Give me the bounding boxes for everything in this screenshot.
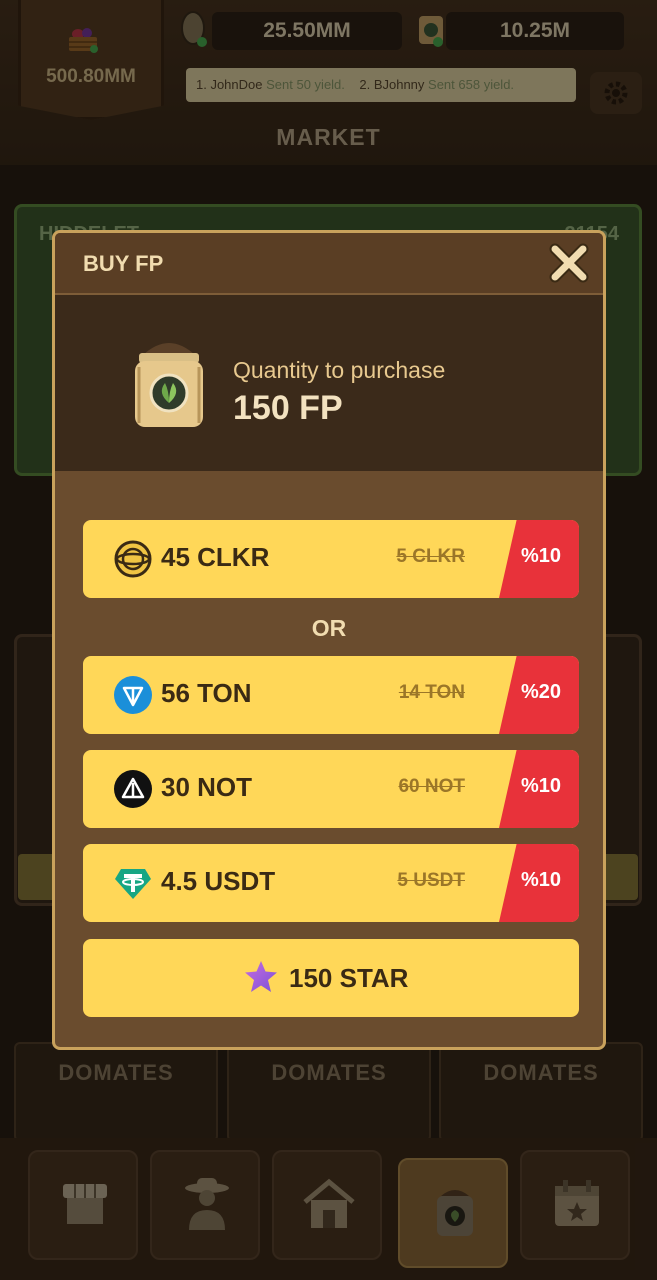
discount-label: %10 — [521, 775, 562, 797]
star-price: 150 STAR — [289, 963, 409, 993]
close-button[interactable] — [547, 241, 591, 285]
clkr-coin-icon — [114, 540, 152, 578]
star-icon — [245, 961, 277, 992]
discount-badge: %10 — [499, 750, 579, 828]
pay-clkr-button[interactable]: 45 CLKR 5 CLKR %10 — [83, 520, 579, 598]
clkr-old-price: 5 CLKR — [396, 546, 465, 567]
modal-header: BUY FP — [55, 233, 603, 295]
close-icon — [549, 243, 589, 283]
modal-title: BUY FP — [83, 251, 164, 276]
usdt-old-price: 5 USDT — [397, 870, 465, 891]
not-old-price: 60 NOT — [398, 776, 465, 797]
discount-label: %10 — [521, 869, 562, 891]
quantity-label: Quantity to purchase — [233, 357, 446, 383]
pay-star-button[interactable]: 150 STAR — [83, 939, 579, 1017]
not-coin-icon — [114, 770, 152, 808]
clkr-price: 45 CLKR — [161, 542, 270, 572]
usdt-coin-icon — [115, 869, 151, 899]
or-divider: OR — [311, 615, 347, 641]
not-price: 30 NOT — [161, 772, 253, 802]
ton-price: 56 TON — [161, 678, 252, 708]
buy-fp-modal: BUY FP Quantity to purchase 150 FP 45 CL… — [52, 230, 606, 1050]
quantity-panel: Quantity to purchase 150 FP — [55, 295, 603, 471]
discount-badge: %20 — [499, 656, 579, 734]
discount-label: %20 — [521, 681, 562, 703]
discount-label: %10 — [521, 545, 562, 567]
quantity-value: 150 FP — [233, 389, 343, 427]
usdt-price: 4.5 USDT — [161, 866, 276, 896]
pay-usdt-button[interactable]: 4.5 USDT 5 USDT %10 — [83, 844, 579, 922]
pay-ton-button[interactable]: 56 TON 14 TON %20 — [83, 656, 579, 734]
fp-sack-icon — [135, 343, 203, 427]
pay-not-button[interactable]: 30 NOT 60 NOT %10 — [83, 750, 579, 828]
ton-old-price: 14 TON — [398, 682, 465, 703]
discount-badge: %10 — [499, 520, 579, 598]
ton-coin-icon — [114, 676, 152, 714]
discount-badge: %10 — [499, 844, 579, 922]
